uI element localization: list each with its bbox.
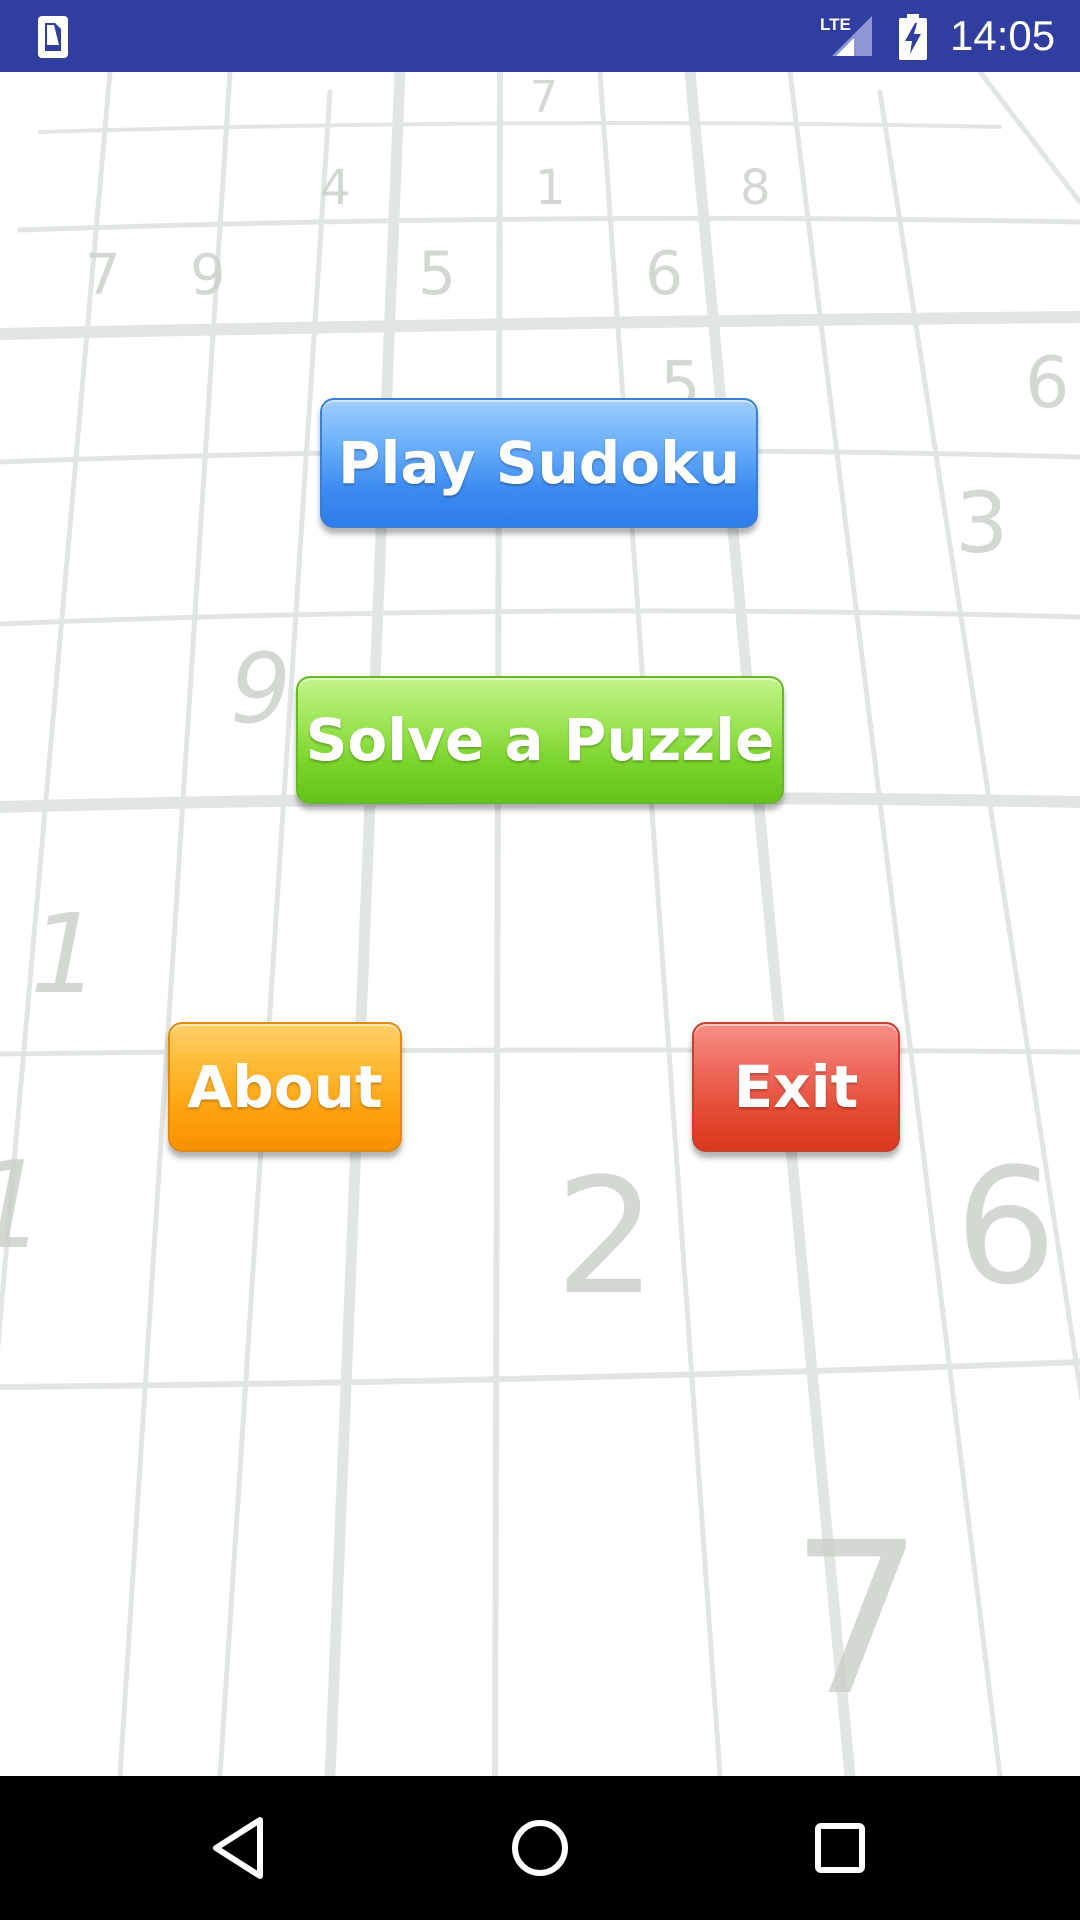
bg-digit: 6: [955, 1133, 1057, 1320]
lte-signal-icon: LTE: [820, 15, 872, 56]
bg-digit: 4: [320, 160, 351, 216]
bg-digit: 9: [190, 243, 226, 308]
sudoku-grid-background: 7 4 1 8 7 9 5 6 5 6 3 9 1 1 2 6 7: [0, 72, 1080, 1776]
back-triangle-icon: [213, 1817, 263, 1879]
bg-digit: 5: [418, 239, 456, 309]
about-button[interactable]: About: [168, 1022, 402, 1152]
bg-digit: 2: [555, 1143, 657, 1330]
recents-button[interactable]: [794, 1802, 886, 1894]
battery-charging-icon: [899, 14, 927, 60]
bg-digit: 6: [645, 239, 683, 309]
play-sudoku-button[interactable]: Play Sudoku: [320, 398, 758, 528]
home-button[interactable]: [494, 1802, 586, 1894]
lte-label: LTE: [820, 15, 851, 34]
exit-button[interactable]: Exit: [692, 1022, 900, 1152]
bg-digit: 1: [535, 160, 566, 216]
bg-digit: 1: [30, 890, 100, 1018]
bg-digit: 3: [955, 474, 1008, 572]
back-button[interactable]: [194, 1802, 286, 1894]
status-clock: 14:05: [950, 12, 1056, 59]
navigation-bar: [0, 1776, 1080, 1920]
bg-digit: 9: [230, 633, 291, 745]
recents-square-icon: [815, 1823, 865, 1873]
bg-digit: 6: [1025, 342, 1070, 424]
solve-puzzle-button[interactable]: Solve a Puzzle: [296, 676, 784, 804]
sim-card-icon: [38, 16, 68, 58]
bg-digit: 7: [790, 1497, 924, 1742]
status-bar: LTE 14:05: [0, 0, 1080, 72]
bg-digit: 7: [85, 243, 121, 308]
bg-digit: 7: [530, 72, 558, 123]
home-circle-icon: [512, 1820, 568, 1876]
bg-digit: 1: [0, 1137, 46, 1276]
bg-digit: 8: [740, 160, 771, 216]
